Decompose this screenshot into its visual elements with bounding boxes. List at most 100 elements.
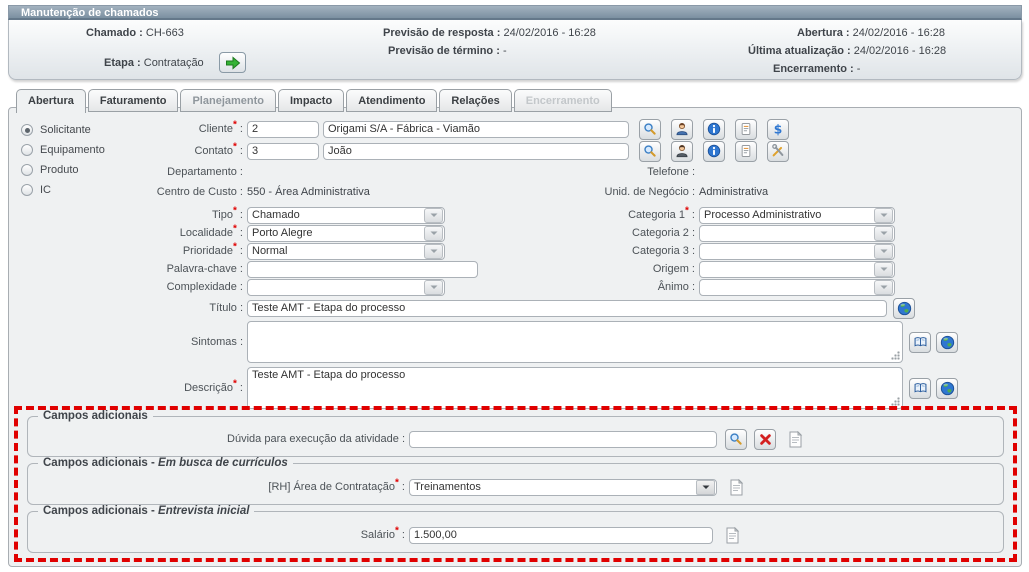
tab-planejamento[interactable]: Planejamento <box>180 89 276 112</box>
tipo-value: Chamado <box>252 209 300 221</box>
search-icon <box>730 433 742 445</box>
complexidade-row: Complexidade : <box>9 277 445 297</box>
contato-info-button[interactable] <box>703 140 725 162</box>
globe-icon <box>940 381 954 395</box>
prioridade-value: Normal <box>252 245 288 257</box>
notes-icon <box>741 145 751 157</box>
contato-person-button[interactable] <box>671 140 693 162</box>
origem-select[interactable] <box>699 260 895 278</box>
salario-input[interactable] <box>409 526 713 544</box>
contato-tools-button[interactable] <box>767 140 789 162</box>
sintomas-textarea[interactable] <box>247 321 903 363</box>
cliente-financial-button[interactable]: $ <box>767 118 789 140</box>
departamento-label: Departamento : <box>167 166 243 178</box>
cliente-name-input[interactable] <box>323 120 629 138</box>
telefone-row: Telefone : <box>455 162 695 182</box>
header-summary: Chamado : CH-663 Previsão de resposta : … <box>8 20 1022 80</box>
rh-area-row: [RH] Área de Contratação* : Treinamentos <box>28 477 1003 497</box>
previsao-termino-label: Previsão de término : <box>388 45 500 57</box>
dropdown-arrow-icon <box>874 225 893 241</box>
descricao-knowledge-button[interactable] <box>909 377 931 399</box>
categoria1-select[interactable]: Processo Administrativo <box>699 206 895 224</box>
previsao-resposta-value: 24/02/2016 - 16:28 <box>503 27 596 39</box>
ultima-atualizacao-label: Última atualização : <box>748 45 851 57</box>
book-icon <box>914 337 926 347</box>
dropdown-arrow-icon <box>874 207 893 223</box>
animo-select[interactable] <box>699 278 895 296</box>
origem-row: Origem : <box>455 259 895 279</box>
money-icon: $ <box>774 122 783 136</box>
tab-relacoes[interactable]: Relações <box>439 89 512 112</box>
palavra-chave-input[interactable] <box>247 260 478 278</box>
tab-impacto[interactable]: Impacto <box>278 89 345 112</box>
header-ultima-atualizacao: Última atualização : 24/02/2016 - 16:28 <box>748 45 946 57</box>
rh-area-label: [RH] Área de Contratação* : <box>268 477 405 493</box>
tab-encerramento: Encerramento <box>513 89 612 112</box>
animo-label: Ânimo : <box>657 281 695 293</box>
tab-abertura[interactable]: Abertura <box>16 89 86 113</box>
categoria2-select[interactable] <box>699 224 895 242</box>
categoria2-row: Categoria 2 : <box>455 223 895 243</box>
resize-grip[interactable] <box>891 351 900 360</box>
unid-negocio-row: Unid. de Negócio : Administrativa <box>455 182 769 202</box>
categoria1-label: Categoria 1* : <box>628 205 695 221</box>
duvida-search-button[interactable] <box>725 428 747 450</box>
abertura-value: 24/02/2016 - 16:28 <box>852 27 945 39</box>
rh-area-select[interactable]: Treinamentos <box>409 478 717 496</box>
dropdown-arrow-icon <box>424 207 443 223</box>
rh-area-log-icon[interactable] <box>729 478 744 496</box>
tab-atendimento[interactable]: Atendimento <box>346 89 438 112</box>
titulo-row: Título : <box>9 297 915 319</box>
header-encerramento: Encerramento : - <box>773 63 860 75</box>
centro-custo-row: Centro de Custo : 550 - Área Administrat… <box>9 182 370 202</box>
sintomas-row: Sintomas : <box>9 320 958 364</box>
advance-stage-button[interactable] <box>219 52 246 73</box>
previsao-termino-value: - <box>502 45 507 57</box>
titulo-input[interactable] <box>247 299 887 317</box>
contato-search-button[interactable] <box>639 140 661 162</box>
document-icon <box>730 478 744 495</box>
duvida-log-icon[interactable] <box>788 430 803 448</box>
resize-grip[interactable] <box>891 397 900 406</box>
prioridade-select[interactable]: Normal <box>247 242 445 260</box>
cliente-person-button[interactable] <box>671 118 693 140</box>
search-icon <box>644 145 656 157</box>
descricao-translate-button[interactable] <box>936 377 958 399</box>
cliente-info-button[interactable] <box>703 118 725 140</box>
categoria2-label: Categoria 2 : <box>632 227 695 239</box>
sintomas-translate-button[interactable] <box>936 331 958 353</box>
duvida-input[interactable] <box>409 430 717 448</box>
categoria1-row: Categoria 1* : Processo Administrativo <box>455 205 895 225</box>
tipo-label: Tipo* : <box>211 205 243 221</box>
cliente-code-input[interactable] <box>247 120 319 138</box>
contato-code-input[interactable] <box>247 142 319 160</box>
chamado-window: Manutenção de chamados Chamado : CH-663 … <box>8 5 1022 567</box>
contato-notes-button[interactable] <box>735 140 757 162</box>
categoria3-select[interactable] <box>699 242 895 260</box>
contato-name-input[interactable] <box>323 142 629 160</box>
tipo-select[interactable]: Chamado <box>247 206 445 224</box>
animo-row: Ânimo : <box>455 277 895 297</box>
centro-custo-label: Centro de Custo : <box>156 186 243 198</box>
titulo-translate-button[interactable] <box>893 297 915 319</box>
etapa-label: Etapa : <box>104 57 141 69</box>
salario-log-icon[interactable] <box>725 526 740 544</box>
centro-custo-value: 550 - Área Administrativa <box>247 186 370 198</box>
localidade-select[interactable]: Porto Alegre <box>247 224 445 242</box>
header-abertura: Abertura : 24/02/2016 - 16:28 <box>797 27 945 39</box>
cliente-search-button[interactable] <box>639 118 661 140</box>
abertura-panel: Solicitante Equipamento Produto IC Clien… <box>8 107 1022 567</box>
svg-text:$: $ <box>774 122 783 136</box>
sintomas-knowledge-button[interactable] <box>909 331 931 353</box>
complexidade-select[interactable] <box>247 278 445 296</box>
abertura-label: Abertura : <box>797 27 850 39</box>
dropdown-arrow-icon <box>424 225 443 241</box>
book-icon <box>914 383 926 393</box>
encerramento-value: - <box>856 63 861 75</box>
contato-label: Contato* : <box>194 141 243 157</box>
descricao-textarea[interactable]: Teste AMT - Etapa do processo <box>247 367 903 409</box>
header-chamado: Chamado : CH-663 <box>86 27 184 39</box>
cliente-notes-button[interactable] <box>735 118 757 140</box>
duvida-clear-button[interactable] <box>754 428 776 450</box>
tab-faturamento[interactable]: Faturamento <box>87 89 179 112</box>
